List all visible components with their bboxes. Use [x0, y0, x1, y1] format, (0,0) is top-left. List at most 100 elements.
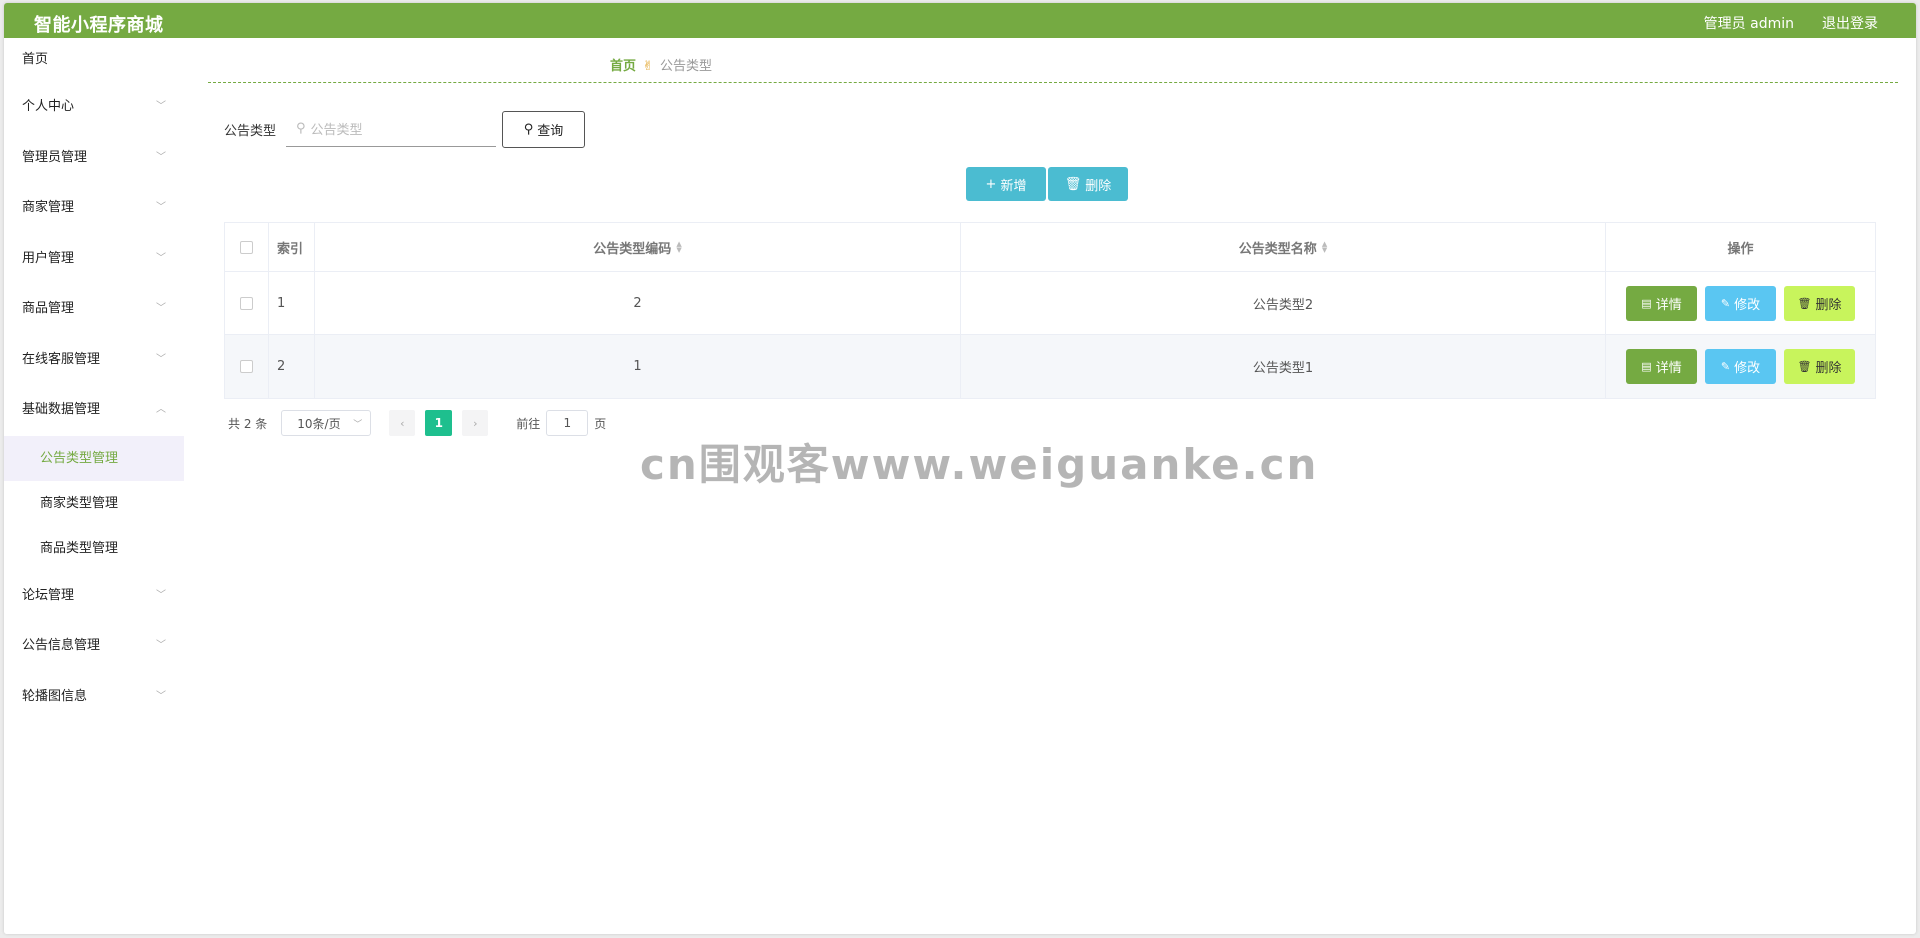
plus-icon: +	[985, 176, 997, 192]
sidebar-item-goods[interactable]: 商品管理 ﹀	[4, 284, 184, 335]
cell-name: 公告类型1	[961, 335, 1606, 398]
table-header-row: 索引 公告类型编码 ▲ ▼ 公告类型名称 ▲ ▼ 操作	[225, 223, 1875, 272]
chevron-down-icon: ﹀	[156, 690, 166, 702]
batch-delete-label: 删除	[1085, 178, 1112, 194]
query-button-label: 查询	[537, 124, 564, 139]
cell-ops: ▤ 详情 ✎ 修改 🗑 删除	[1606, 272, 1875, 334]
sidebar-item-label: 个人中心	[22, 99, 75, 114]
header-name-label: 公告类型名称	[1238, 241, 1317, 257]
sidebar-item-forum[interactable]: 论坛管理 ﹀	[4, 571, 184, 622]
app-title: 智能小程序商城	[34, 15, 164, 36]
sidebar-item-label: 用户管理	[22, 250, 75, 266]
edit-button[interactable]: ✎ 修改	[1705, 285, 1776, 321]
breadcrumb: 首页 ✌ 公告类型	[610, 55, 712, 74]
sidebar-item-home[interactable]: 首页	[4, 38, 184, 82]
chevron-left-icon: ‹	[400, 416, 405, 430]
chevron-down-icon: ﹀	[156, 640, 166, 651]
chevron-down-icon: ﹀	[353, 419, 363, 430]
header-name[interactable]: 公告类型名称 ▲ ▼	[961, 223, 1606, 271]
sidebar-item-user[interactable]: 用户管理 ﹀	[4, 234, 184, 285]
sidebar-item-basic-data[interactable]: 基础数据管理 ︿	[4, 385, 184, 436]
batch-delete-button[interactable]: 🗑 删除	[1048, 167, 1128, 201]
sort-icon[interactable]: ▲ ▼	[1322, 241, 1327, 254]
prev-page-button[interactable]: ‹	[389, 410, 416, 436]
goto-label: 前往	[516, 416, 541, 431]
table-row: 1 2 公告类型2 ▤ 详情 ✎ 修改 🗑 删除	[225, 272, 1875, 335]
row-checkbox[interactable]	[240, 360, 253, 373]
sidebar-item-label: 公告信息管理	[22, 638, 101, 653]
detail-label: 详情	[1655, 297, 1682, 313]
breadcrumb-divider	[208, 82, 1898, 83]
chevron-up-icon: ︿	[156, 404, 166, 415]
page-number-current[interactable]: 1	[425, 410, 453, 436]
sidebar-item-carousel[interactable]: 轮播图信息 ﹀	[4, 672, 184, 723]
sidebar: 首页 个人中心 ﹀ 管理员管理 ﹀ 商家管理 ﹀ 用户管理 ﹀ 商品管理 ﹀ 在线客服管理…	[4, 38, 184, 934]
sidebar-item-notice-info[interactable]: 公告信息管理 ﹀	[4, 621, 184, 672]
sidebar-subitem-merchant-type[interactable]: 商家类型管理	[4, 481, 184, 526]
row-checkbox[interactable]	[240, 296, 253, 310]
cell-code: 2	[315, 272, 961, 334]
header-code-label: 公告类型编码	[593, 241, 672, 257]
page-size-select[interactable]: 10条/页 ﹀	[281, 410, 372, 436]
detail-button[interactable]: ▤ 详情	[1626, 285, 1697, 321]
delete-label: 删除	[1815, 361, 1842, 376]
cell-name: 公告类型2	[961, 272, 1606, 334]
edit-label: 修改	[1734, 297, 1761, 313]
chevron-down-icon: ﹀	[156, 353, 166, 365]
breadcrumb-home[interactable]: 首页	[610, 59, 636, 74]
header-index: 索引	[269, 223, 315, 271]
sidebar-item-label: 轮播图信息	[22, 688, 88, 704]
chevron-down-icon: ﹀	[156, 303, 166, 314]
logout-link[interactable]: 退出登录	[1822, 13, 1878, 33]
row-checkbox-cell	[225, 272, 269, 334]
sidebar-item-label: 基础数据管理	[22, 402, 101, 417]
add-button[interactable]: + 新增	[966, 167, 1046, 201]
sidebar-subitem-notice-type[interactable]: 公告类型管理	[4, 435, 184, 481]
header-code[interactable]: 公告类型编码 ▲ ▼	[315, 223, 961, 271]
chevron-down-icon: ﹀	[156, 252, 166, 264]
select-all-checkbox[interactable]	[240, 240, 253, 254]
sidebar-item-label: 在线客服管理	[22, 351, 101, 367]
hand-icon: ✌	[642, 59, 654, 74]
sidebar-item-label: 商家管理	[22, 200, 75, 215]
search-input[interactable]: ⚲ 公告类型	[286, 111, 496, 147]
document-icon: ▤	[1641, 360, 1652, 373]
chevron-down-icon: ﹀	[156, 589, 166, 601]
breadcrumb-current: 公告类型	[660, 59, 713, 74]
trash-icon: 🗑	[1064, 176, 1082, 192]
trash-icon: 🗑	[1797, 296, 1812, 310]
sidebar-item-online-service[interactable]: 在线客服管理 ﹀	[4, 335, 184, 386]
goto-page-input[interactable]: 1	[546, 410, 589, 436]
sidebar-item-merchant[interactable]: 商家管理 ﹀	[4, 183, 184, 234]
chevron-down-icon: ﹀	[156, 101, 166, 112]
edit-button[interactable]: ✎ 修改	[1705, 349, 1776, 384]
sidebar-item-personal-center[interactable]: 个人中心 ﹀	[4, 82, 184, 133]
top-bar: 智能小程序商城 管理员 admin 退出登录	[4, 3, 1916, 38]
current-user: 管理员 admin	[1703, 16, 1794, 32]
pencil-icon: ✎	[1720, 360, 1731, 373]
delete-button[interactable]: 🗑 删除	[1784, 349, 1855, 384]
page-size-value: 10条/页	[297, 416, 341, 431]
cell-code: 1	[315, 335, 961, 398]
query-button[interactable]: ⚲ 查询	[502, 111, 585, 148]
document-icon: ▤	[1641, 296, 1652, 310]
search-placeholder: 公告类型	[310, 123, 363, 138]
sidebar-item-admin[interactable]: 管理员管理 ﹀	[4, 133, 184, 184]
sidebar-item-label: 管理员管理	[22, 149, 88, 165]
sidebar-item-label: 商品管理	[22, 301, 75, 316]
row-checkbox-cell	[225, 335, 269, 398]
header-ops: 操作	[1727, 241, 1754, 257]
next-page-button[interactable]: ›	[462, 410, 489, 436]
chevron-right-icon: ›	[473, 416, 478, 430]
cell-index: 1	[269, 272, 315, 334]
sidebar-item-label: 论坛管理	[22, 587, 75, 603]
sort-icon[interactable]: ▲ ▼	[676, 241, 681, 254]
detail-label: 详情	[1655, 361, 1682, 376]
delete-button[interactable]: 🗑 删除	[1784, 285, 1855, 321]
search-icon: ⚲	[296, 121, 306, 136]
chevron-down-icon: ﹀	[156, 151, 166, 163]
sidebar-subitem-goods-type[interactable]: 商品类型管理	[4, 526, 184, 571]
detail-button[interactable]: ▤ 详情	[1626, 349, 1697, 384]
app-window: 智能小程序商城 管理员 admin 退出登录 首页 个人中心 ﹀ 管理员管理 ﹀ 商…	[4, 3, 1916, 934]
chevron-down-icon: ﹀	[156, 202, 166, 213]
